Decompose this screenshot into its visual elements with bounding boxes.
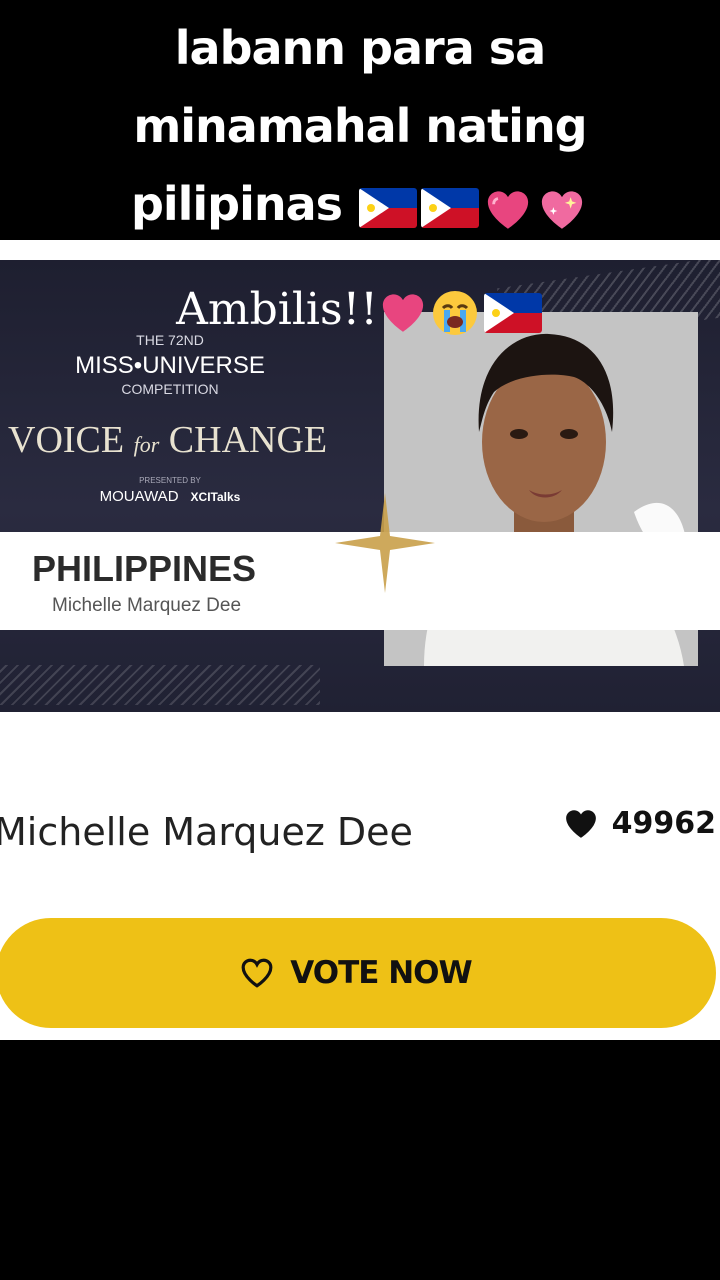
event-subtitle: COMPETITION [121,381,219,397]
decorative-stripes-bottom [0,665,320,705]
country-name: PHILIPPINES [32,548,257,589]
sparkle-icon [335,493,435,593]
contestant-name-small: Michelle Marquez Dee [52,595,242,616]
caption-line-3: pilipinas [0,174,720,234]
contestant-name: Michelle Marquez Dee [0,810,413,854]
sponsor-logos: MOUAWAD XCITalks [0,488,340,505]
philippine-flag-icon [483,292,542,333]
like-count-value: 49962 [611,806,716,841]
contestant-banner: THE 72ND MISS•UNIVERSE COMPETITION VOICE… [0,260,720,712]
heart-icon [485,186,531,230]
heart-icon [380,291,426,335]
for-word: for [133,432,160,457]
philippine-flag-icon [421,187,480,228]
sponsor-xcitalks: XCITalks [190,490,241,504]
caption-line-3-text: pilipinas [130,177,343,231]
overlay-sticker-text: Ambilis!! [0,282,720,338]
caption-line-2: minamahal nating [133,99,587,153]
crying-face-icon [430,288,480,338]
overlay-text: Ambilis!! [176,284,378,335]
vote-now-button[interactable]: VOTE NOW [0,918,716,1028]
vote-now-label: VOTE NOW [290,955,472,991]
screenshot-content: THE 72ND MISS•UNIVERSE COMPETITION VOICE… [0,240,720,1040]
caption-line-1: labann para sa [174,21,546,75]
voice-for-change-logo: VOICE for CHANGE [8,418,327,462]
contestant-info-row: Michelle Marquez Dee 49962 [0,806,720,866]
change-word: CHANGE [168,419,328,461]
voice-word: VOICE [8,419,125,461]
like-count[interactable]: 49962 [564,806,716,841]
event-title: MISS•UNIVERSE [75,352,265,379]
video-caption: labann para sa minamahal nating pilipina… [0,0,720,240]
philippine-flag-icon [359,187,418,228]
heart-icon [565,809,596,838]
presented-by-label: PRESENTED BY [139,476,201,485]
sponsor-mouawad: MOUAWAD [99,488,179,505]
sparkling-heart-icon [539,186,585,230]
heart-outline-icon [241,958,273,988]
